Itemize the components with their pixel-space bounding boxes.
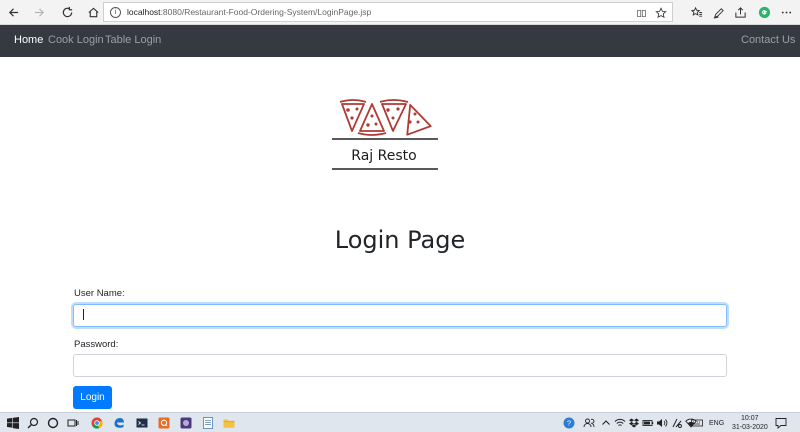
page-title: Login Page [334,226,466,254]
text-caret [83,309,84,320]
logo-text: Raj Resto [351,148,417,164]
meet-now-icon[interactable] [670,416,684,430]
file-explorer-icon[interactable] [222,416,236,430]
battery-icon[interactable] [641,416,655,430]
share-icon[interactable] [732,4,748,20]
site-info-icon[interactable]: i [110,6,121,18]
notepad-icon[interactable] [201,416,215,430]
username-label: User Name: [74,288,125,299]
app-q-icon[interactable] [157,416,171,430]
keyboard-icon[interactable] [690,416,704,430]
favorites-hub-icon[interactable] [688,4,704,20]
favorite-star-icon[interactable] [654,6,668,20]
notifications-icon[interactable] [774,416,788,430]
extension-g-icon[interactable] [756,4,772,20]
terminal-icon[interactable] [135,416,149,430]
password-input[interactable] [73,354,727,377]
top-navbar: Home Cook Login Table Login Contact Us [0,25,800,57]
refresh-icon[interactable] [56,1,78,23]
clock-date[interactable]: 31-03-2020 [732,424,768,431]
address-bar[interactable]: i localhost:8080/Restaurant-Food-Orderin… [103,2,673,22]
language-indicator[interactable]: ENG [709,420,724,427]
back-icon[interactable] [2,1,24,23]
app-eclipse-icon[interactable] [179,416,193,430]
task-view-icon[interactable] [66,416,80,430]
svg-text:?: ? [567,419,571,428]
nav-table-login[interactable]: Table Login [105,34,161,46]
search-icon[interactable] [26,416,40,430]
windows-taskbar: ? ENG 10:07 31-03-2020 [0,412,800,432]
windows-start-icon[interactable] [6,416,20,430]
clock-time[interactable]: 10:07 [741,415,759,422]
show-hidden-icons-icon[interactable] [599,416,613,430]
pen-icon[interactable] [710,4,726,20]
login-button[interactable]: Login [73,386,112,409]
url-text: localhost:8080/Restaurant-Food-Ordering-… [127,7,371,17]
url-host: localhost [127,7,161,17]
nav-cook-login[interactable]: Cook Login [48,34,104,46]
nav-contact-us[interactable]: Contact Us [741,34,795,46]
url-path: :8080/Restaurant-Food-Ordering-System/Lo… [160,7,372,17]
edge-icon[interactable] [112,416,126,430]
home-icon[interactable] [82,1,104,23]
volume-icon[interactable] [655,416,669,430]
people-icon[interactable] [582,416,596,430]
reading-view-icon[interactable] [634,6,648,20]
network-icon[interactable] [613,416,627,430]
more-icon[interactable] [778,4,794,20]
cortana-icon[interactable] [46,416,60,430]
help-icon[interactable]: ? [562,416,576,430]
raj-resto-logo: Raj Resto [330,98,440,172]
dropbox-icon[interactable] [627,416,641,430]
forward-icon[interactable] [28,1,50,23]
nav-home[interactable]: Home [14,34,43,46]
username-input[interactable] [73,304,727,327]
chrome-icon[interactable] [90,416,104,430]
password-label: Password: [74,339,119,350]
